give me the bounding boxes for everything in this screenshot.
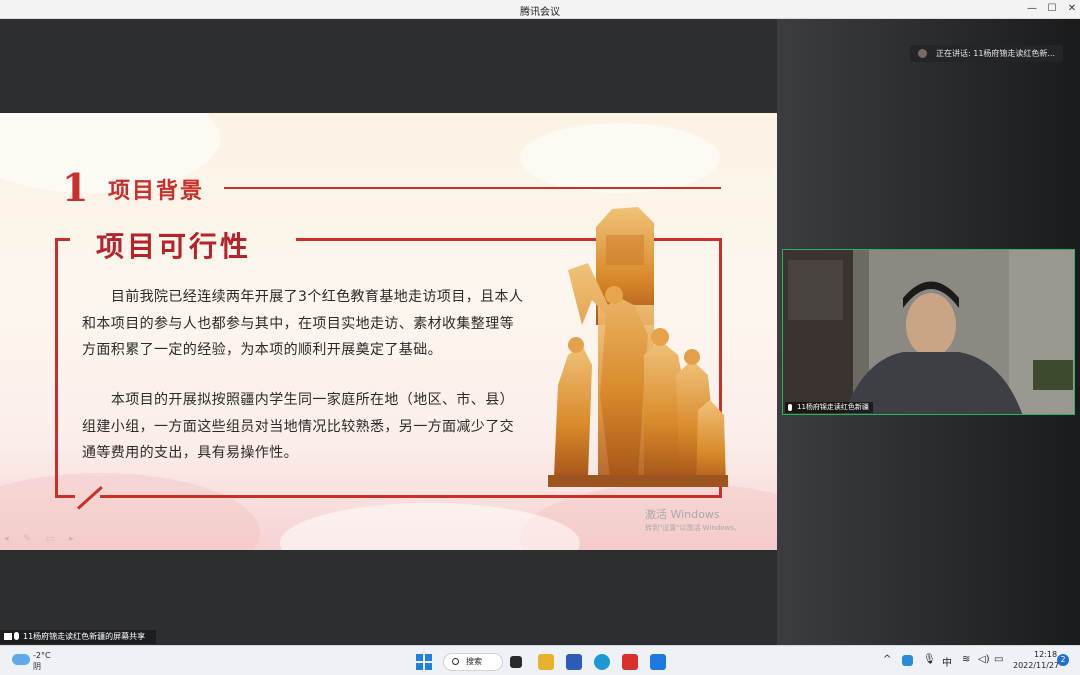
wps-office-icon[interactable]: [622, 654, 638, 670]
screen-share-indicator[interactable]: 11杨府锦走读红色新疆的屏幕共享: [0, 630, 156, 644]
notification-badge[interactable]: 2: [1057, 654, 1069, 666]
close-button[interactable]: ✕: [1061, 1, 1080, 17]
windows-taskbar: -2°C 阴 搜索 ^ 🎙 中 ≋ ◁) ▭ 12:18 2022/11/27 …: [0, 645, 1080, 675]
battery-icon[interactable]: ▭: [994, 654, 1003, 665]
file-explorer-icon[interactable]: [538, 654, 554, 670]
section-number: 1: [62, 165, 89, 210]
background-cloud: [280, 503, 580, 550]
watermark-line: 激活 Windows: [645, 508, 720, 521]
task-view-icon[interactable]: [510, 656, 522, 668]
heading-divider: [224, 187, 721, 189]
window-title: 腾讯会议: [520, 7, 560, 18]
edge-browser-icon[interactable]: [594, 654, 610, 670]
webcam-feed: [783, 250, 1074, 414]
activate-windows-watermark: 激活 Windows 转到"设置"以激活 Windows。: [645, 506, 741, 533]
background-cloud: [520, 123, 720, 193]
clock-date[interactable]: 2022/11/27: [1013, 661, 1059, 670]
minimize-button[interactable]: —: [1021, 1, 1043, 17]
frame-border: [55, 238, 58, 498]
monument-statue-image: [548, 207, 728, 487]
microphone-tray-icon[interactable]: 🎙: [923, 654, 936, 665]
speaking-indicator: 正在讲话: 11杨府锦走读红色新...: [910, 45, 1063, 62]
slide-paragraph: 目前我院已经连续两年开展了3个红色教育基地走访项目，且本人和本项目的参与人也都参…: [82, 289, 524, 358]
slide-paragraph: 本项目的开展拟按照疆内学生同一家庭所在地（地区、市、县）组建小组，一方面这些组员…: [82, 392, 515, 461]
clock-time[interactable]: 12:18: [1034, 650, 1057, 659]
frame-border: [100, 495, 722, 498]
taskbar-search-button[interactable]: 搜索: [443, 653, 503, 671]
avatar: [918, 49, 927, 58]
chevron-up-icon[interactable]: ^: [883, 654, 891, 665]
watermark-line: 转到"设置"以激活 Windows。: [645, 524, 741, 532]
weather-description[interactable]: 阴: [33, 661, 41, 672]
title-bar: 腾讯会议 — ☐ ✕: [0, 0, 1080, 19]
slide-annotation-toolbar[interactable]: ◂ ✎ ▭ ▸: [4, 534, 80, 544]
section-title: 项目背景: [108, 179, 205, 204]
participant-video[interactable]: [782, 249, 1075, 415]
microphone-icon: [788, 404, 792, 411]
speaker-icon[interactable]: ◁): [978, 654, 990, 665]
presentation-slide: 1 项目背景 项目可行性 目前我院已经连续两年开展了3个红色教育基地走访项目，且…: [0, 113, 777, 550]
tray-app-icon[interactable]: [902, 655, 913, 666]
slide-subtitle: 项目可行性: [96, 230, 252, 263]
participant-name-label: 11杨府锦走读红色新疆: [785, 402, 873, 413]
maximize-button[interactable]: ☐: [1041, 1, 1063, 17]
tencent-meeting-icon[interactable]: [650, 654, 666, 670]
input-method-indicator[interactable]: 中: [942, 654, 952, 669]
frame-border: [55, 495, 75, 498]
microphone-icon: [14, 632, 19, 640]
windows-start-icon[interactable]: [416, 654, 432, 670]
cloud-icon[interactable]: [12, 654, 30, 665]
word-icon[interactable]: [566, 654, 582, 670]
screen-share-icon: [4, 633, 12, 640]
wifi-icon[interactable]: ≋: [962, 654, 970, 665]
search-icon: [452, 658, 459, 665]
weather-temperature[interactable]: -2°C: [33, 651, 51, 660]
